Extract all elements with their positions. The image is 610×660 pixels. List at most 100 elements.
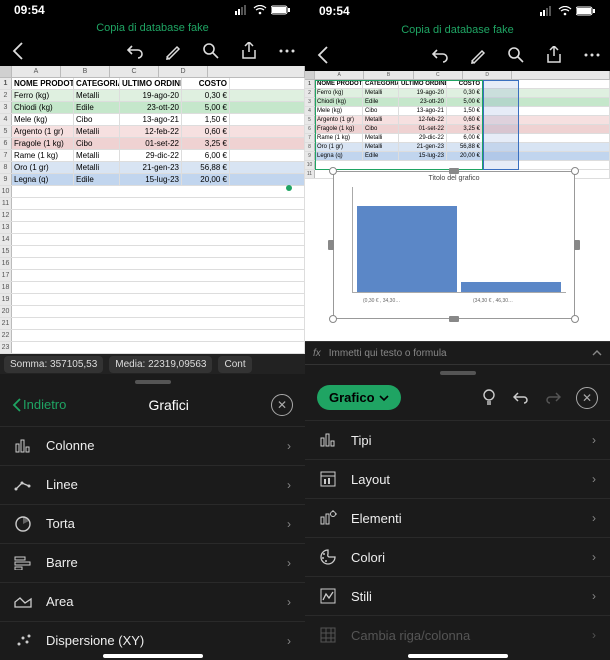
pill-label: Grafico bbox=[329, 390, 375, 405]
formula-bar[interactable]: fx Immetti qui testo o formula bbox=[305, 341, 610, 365]
menu-label: Colori bbox=[351, 550, 578, 565]
formula-input[interactable]: Immetti qui testo o formula bbox=[329, 348, 584, 359]
status-bar: 09:54 bbox=[305, 0, 610, 22]
status-icons bbox=[235, 5, 291, 15]
resize-handle[interactable] bbox=[329, 167, 337, 175]
menu-label: Tipi bbox=[351, 433, 578, 448]
calc-bar: Somma: 357105,53 Media: 22319,09563 Cont bbox=[0, 354, 305, 374]
status-icons bbox=[540, 6, 596, 16]
home-indicator[interactable] bbox=[103, 654, 203, 658]
back-label: Indietro bbox=[23, 397, 66, 412]
chevron-right-icon: › bbox=[287, 478, 291, 492]
wifi-icon bbox=[253, 5, 267, 15]
undo-icon[interactable] bbox=[430, 45, 450, 65]
chart-xlabel-2: (34,30 € , 46,30… bbox=[473, 298, 513, 304]
menu-label: Stili bbox=[351, 589, 578, 604]
cellular-icon bbox=[540, 6, 554, 16]
menu-label: Torta bbox=[46, 516, 273, 531]
swap-icon bbox=[319, 626, 337, 644]
menu-label: Cambia riga/colonna bbox=[351, 628, 578, 643]
scatter-icon bbox=[14, 632, 32, 650]
resize-handle[interactable] bbox=[571, 315, 579, 323]
menu-torta[interactable]: Torta › bbox=[0, 504, 305, 543]
menu-linee[interactable]: Linee › bbox=[0, 465, 305, 504]
chevron-right-icon: › bbox=[592, 550, 596, 564]
menu-label: Barre bbox=[46, 555, 273, 570]
close-button[interactable]: ✕ bbox=[576, 387, 598, 409]
chart-object[interactable]: Titolo del grafico (0,30 € , 34,30… (34,… bbox=[333, 171, 575, 319]
resize-handle[interactable] bbox=[328, 240, 334, 250]
toolbar bbox=[305, 39, 610, 71]
redo-icon bbox=[544, 389, 562, 407]
status-time: 09:54 bbox=[14, 3, 45, 17]
resize-handle[interactable] bbox=[574, 240, 580, 250]
bars-icon bbox=[14, 554, 32, 572]
menu-barre[interactable]: Barre › bbox=[0, 543, 305, 582]
more-icon[interactable] bbox=[582, 45, 602, 65]
data-selection[interactable] bbox=[315, 80, 483, 170]
status-bar: 09:54 bbox=[0, 0, 305, 20]
undo-icon[interactable] bbox=[512, 389, 530, 407]
elements-icon bbox=[319, 509, 337, 527]
chevron-right-icon: › bbox=[287, 439, 291, 453]
share-icon[interactable] bbox=[544, 45, 564, 65]
data-selection-col[interactable] bbox=[483, 80, 519, 170]
avg-pill: Media: 22319,09563 bbox=[109, 356, 212, 373]
undo-icon[interactable] bbox=[125, 41, 145, 61]
chart-bar-2 bbox=[461, 282, 561, 292]
lines-icon bbox=[14, 476, 32, 494]
home-indicator[interactable] bbox=[408, 654, 508, 658]
menu-label: Dispersione (XY) bbox=[46, 633, 273, 648]
doc-title: Copia di database fake bbox=[305, 22, 610, 39]
menu-label: Colonne bbox=[46, 438, 273, 453]
columns-icon bbox=[14, 437, 32, 455]
chevron-right-icon: › bbox=[592, 472, 596, 486]
expand-icon[interactable] bbox=[592, 348, 602, 358]
menu-tipi[interactable]: Tipi › bbox=[305, 420, 610, 459]
menu-layout[interactable]: Layout › bbox=[305, 459, 610, 498]
chevron-right-icon: › bbox=[592, 589, 596, 603]
back-icon[interactable] bbox=[8, 41, 28, 61]
grafico-pill[interactable]: Grafico bbox=[317, 385, 401, 410]
resize-handle[interactable] bbox=[449, 316, 459, 322]
status-time: 09:54 bbox=[319, 4, 350, 18]
menu-cambia-riga-colonna: Cambia riga/colonna › bbox=[305, 615, 610, 654]
toolbar bbox=[0, 37, 305, 66]
menu-label: Layout bbox=[351, 472, 578, 487]
menu-elementi[interactable]: Elementi › bbox=[305, 498, 610, 537]
wifi-icon bbox=[558, 6, 572, 16]
resize-handle[interactable] bbox=[449, 168, 459, 174]
chevron-right-icon: › bbox=[287, 556, 291, 570]
menu-stili[interactable]: Stili › bbox=[305, 576, 610, 615]
chart-plot: (0,30 € , 34,30… (34,30 € , 46,30… bbox=[352, 187, 566, 293]
menu-colonne[interactable]: Colonne › bbox=[0, 426, 305, 465]
search-icon[interactable] bbox=[506, 45, 526, 65]
drag-handle[interactable] bbox=[440, 371, 476, 375]
doc-title: Copia di database fake bbox=[0, 20, 305, 37]
chevron-right-icon: › bbox=[592, 628, 596, 642]
back-icon[interactable] bbox=[313, 45, 333, 65]
close-button[interactable]: ✕ bbox=[271, 394, 293, 416]
chevron-right-icon: › bbox=[287, 595, 291, 609]
spreadsheet[interactable]: ABCD1 NOME PRODOTTO CATEGORIA ULTIMO ORD… bbox=[0, 66, 305, 354]
chart-types-panel: Indietro Grafici ✕ Colonne › Linee › Tor… bbox=[0, 374, 305, 660]
menu-colori[interactable]: Colori › bbox=[305, 537, 610, 576]
search-icon[interactable] bbox=[201, 41, 221, 61]
selection-handle[interactable] bbox=[286, 185, 292, 191]
battery-icon bbox=[576, 6, 596, 16]
menu-area[interactable]: Area › bbox=[0, 582, 305, 621]
share-icon[interactable] bbox=[239, 41, 259, 61]
chevron-right-icon: › bbox=[287, 517, 291, 531]
draw-icon[interactable] bbox=[163, 41, 183, 61]
panel-title: Grafici bbox=[66, 397, 271, 413]
resize-handle[interactable] bbox=[329, 315, 337, 323]
more-icon[interactable] bbox=[277, 41, 297, 61]
cellular-icon bbox=[235, 5, 249, 15]
lightbulb-icon[interactable] bbox=[480, 389, 498, 407]
chart-xlabel-1: (0,30 € , 34,30… bbox=[363, 298, 400, 304]
drag-handle[interactable] bbox=[135, 380, 171, 384]
back-button[interactable]: Indietro bbox=[12, 397, 66, 412]
resize-handle[interactable] bbox=[571, 167, 579, 175]
menu-label: Elementi bbox=[351, 511, 578, 526]
draw-icon[interactable] bbox=[468, 45, 488, 65]
